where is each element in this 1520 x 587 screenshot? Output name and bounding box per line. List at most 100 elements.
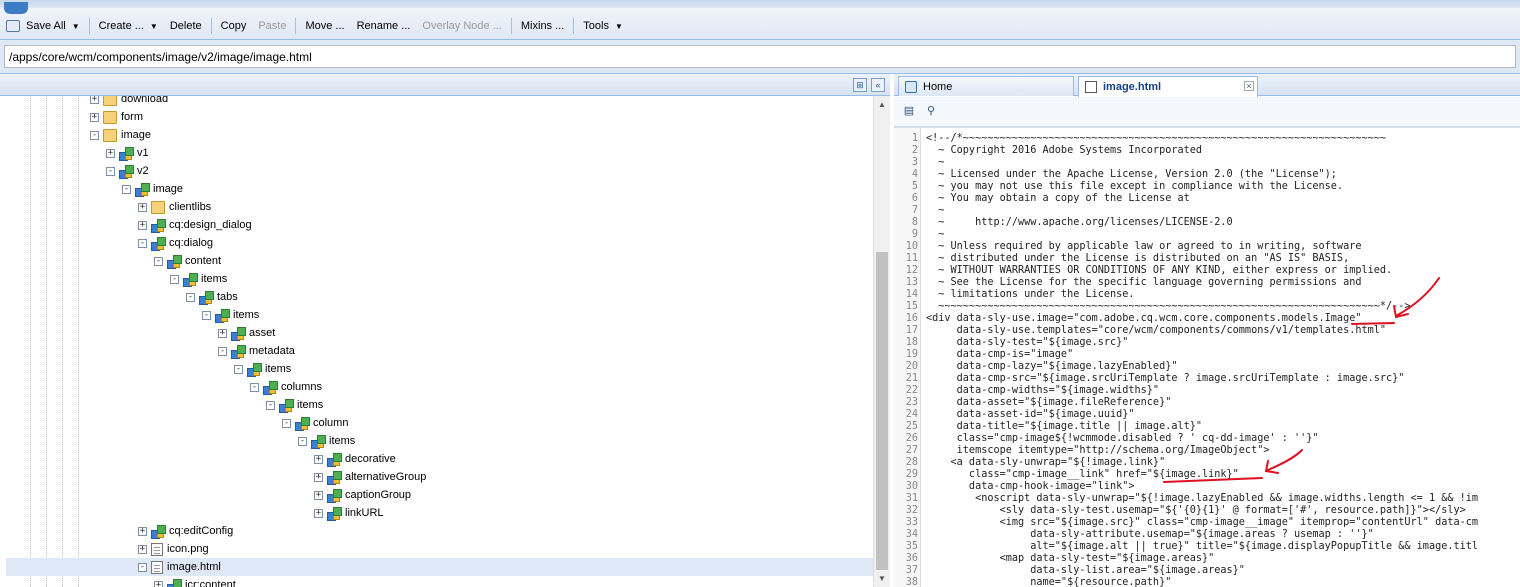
tree-node[interactable]: + form	[90, 108, 143, 126]
code-text: data-cmp-src="${image.srcUriTemplate ? i…	[926, 373, 1405, 384]
expand-icon[interactable]: +	[138, 220, 147, 230]
scrollbar-thumb[interactable]	[876, 252, 888, 570]
collapse-icon[interactable]: -	[234, 364, 243, 374]
toolbar-button-label: Save All	[26, 20, 66, 32]
path-input[interactable]	[4, 45, 1516, 68]
overlay-node-button[interactable]: Overlay Node ...	[416, 16, 507, 36]
collapse-icon[interactable]: -	[106, 166, 115, 176]
delete-button[interactable]: Delete	[164, 16, 208, 36]
tree-node[interactable]: + asset	[218, 324, 275, 342]
tab-image-html[interactable]: image.html ×	[1078, 76, 1258, 97]
tree-node[interactable]: - content	[154, 252, 221, 270]
node-icon	[263, 380, 278, 395]
close-tab-icon[interactable]: ×	[1244, 81, 1254, 91]
tab-home[interactable]: Home	[898, 76, 1074, 96]
expand-icon[interactable]: +	[314, 490, 323, 500]
tree-node[interactable]: - items	[170, 270, 227, 288]
collapse-icon[interactable]: -	[154, 256, 163, 266]
tab-label: image.html	[1103, 81, 1162, 93]
expand-icon[interactable]: +	[154, 580, 163, 587]
line-number: 21	[905, 373, 918, 384]
tree-node[interactable]: - column	[282, 414, 348, 432]
collapse-icon[interactable]: -	[138, 562, 147, 572]
collapse-icon[interactable]: -	[90, 130, 99, 140]
tree-node[interactable]: - image.html	[6, 558, 873, 576]
tree-node[interactable]: - items	[266, 396, 323, 414]
expand-icon[interactable]: +	[218, 328, 227, 338]
tree-node[interactable]: + download	[90, 96, 168, 108]
collapse-icon[interactable]: -	[138, 238, 147, 248]
tree-node[interactable]: + alternativeGroup	[314, 468, 426, 486]
expand-icon[interactable]: +	[314, 454, 323, 464]
mixins-button[interactable]: Mixins ...	[515, 16, 570, 36]
tools-button[interactable]: Tools ▼	[577, 16, 629, 36]
code-line: 2 ~ Copyright 2016 Adobe Systems Incorpo…	[894, 145, 1520, 157]
expand-icon[interactable]: +	[90, 112, 99, 122]
format-code-icon[interactable]: ▤	[902, 105, 916, 117]
code-text: <img src="${image.src}" class="cmp-image…	[926, 517, 1479, 528]
tree-node[interactable]: + cq:design_dialog	[138, 216, 252, 234]
tree-node[interactable]: + decorative	[314, 450, 396, 468]
tree-node[interactable]: + cq:editConfig	[138, 522, 233, 540]
tree-scrollbar[interactable]: ▲ ▼	[873, 96, 890, 587]
code-text: data-sly-attribute.usemap="${image.areas…	[926, 529, 1374, 540]
save-all-button[interactable]: Save All ▼	[0, 16, 86, 36]
code-line: 1 <!--/*~~~~~~~~~~~~~~~~~~~~~~~~~~~~~~~~~…	[894, 133, 1520, 145]
tree-options-icon[interactable]: ⊞	[853, 78, 867, 92]
expand-icon[interactable]: +	[90, 96, 99, 104]
find-icon[interactable]: ⚲	[924, 105, 938, 117]
collapse-icon[interactable]: -	[266, 400, 275, 410]
code-line: 35 alt="${image.alt || true}" title="${i…	[894, 541, 1520, 553]
expand-icon[interactable]: +	[314, 508, 323, 518]
node-icon	[151, 236, 166, 251]
code-editor[interactable]: 1 <!--/*~~~~~~~~~~~~~~~~~~~~~~~~~~~~~~~~~…	[894, 127, 1520, 587]
collapse-icon[interactable]: -	[122, 184, 131, 194]
expand-icon[interactable]: +	[138, 202, 147, 212]
collapse-icon[interactable]: -	[298, 436, 307, 446]
tree-node[interactable]: - items	[202, 306, 259, 324]
scroll-down-icon[interactable]: ▼	[874, 570, 890, 587]
tree-node-label: image	[153, 183, 183, 195]
collapse-icon[interactable]: -	[202, 310, 211, 320]
tree-node[interactable]: - columns	[250, 378, 322, 396]
paste-button[interactable]: Paste	[252, 16, 292, 36]
tree-node[interactable]: - metadata	[218, 342, 295, 360]
move-button[interactable]: Move ...	[299, 16, 350, 36]
tree-node[interactable]: - image	[90, 126, 151, 144]
create-button[interactable]: Create ... ▼	[93, 16, 164, 36]
tree-node[interactable]: - items	[234, 360, 291, 378]
code-line: 24 data-asset-id="${image.uuid}"	[894, 409, 1520, 421]
code-text: ~	[926, 205, 945, 216]
tree-node[interactable]: + v1	[106, 144, 149, 162]
expand-icon[interactable]: +	[314, 472, 323, 482]
code-line: 29 class="cmp-image__link" href="${image…	[894, 469, 1520, 481]
editor-toolbar: ▤ ⚲	[894, 97, 1520, 127]
tree-node[interactable]: - v2	[106, 162, 149, 180]
code-line: 13 ~ See the License for the specific la…	[894, 277, 1520, 289]
code-line: 33 <img src="${image.src}" class="cmp-im…	[894, 517, 1520, 529]
tree-node[interactable]: + clientlibs	[138, 198, 211, 216]
expand-icon[interactable]: +	[106, 148, 115, 158]
tree-node[interactable]: + linkURL	[314, 504, 384, 522]
collapse-icon[interactable]: -	[218, 346, 227, 356]
code-text: data-cmp-lazy="${image.lazyEnabled}"	[926, 361, 1178, 372]
collapse-icon[interactable]: -	[170, 274, 179, 284]
collapse-panel-icon[interactable]: «	[871, 78, 885, 92]
collapse-icon[interactable]: -	[186, 292, 195, 302]
tree-node[interactable]: + jcr:content	[154, 576, 236, 587]
copy-button[interactable]: Copy	[215, 16, 253, 36]
tree-node[interactable]: - tabs	[186, 288, 238, 306]
toolbar-top-strip	[0, 0, 1520, 8]
tree-node[interactable]: - items	[298, 432, 355, 450]
collapse-icon[interactable]: -	[250, 382, 259, 392]
scroll-up-icon[interactable]: ▲	[874, 96, 890, 113]
tree-node[interactable]: + icon.png	[138, 540, 209, 558]
tree-guide-line	[78, 96, 79, 587]
expand-icon[interactable]: +	[138, 544, 147, 554]
expand-icon[interactable]: +	[138, 526, 147, 536]
tree-node[interactable]: - cq:dialog	[138, 234, 213, 252]
rename-button[interactable]: Rename ...	[351, 16, 417, 36]
tree-node[interactable]: + captionGroup	[314, 486, 411, 504]
tree-node[interactable]: - image	[122, 180, 183, 198]
collapse-icon[interactable]: -	[282, 418, 291, 428]
